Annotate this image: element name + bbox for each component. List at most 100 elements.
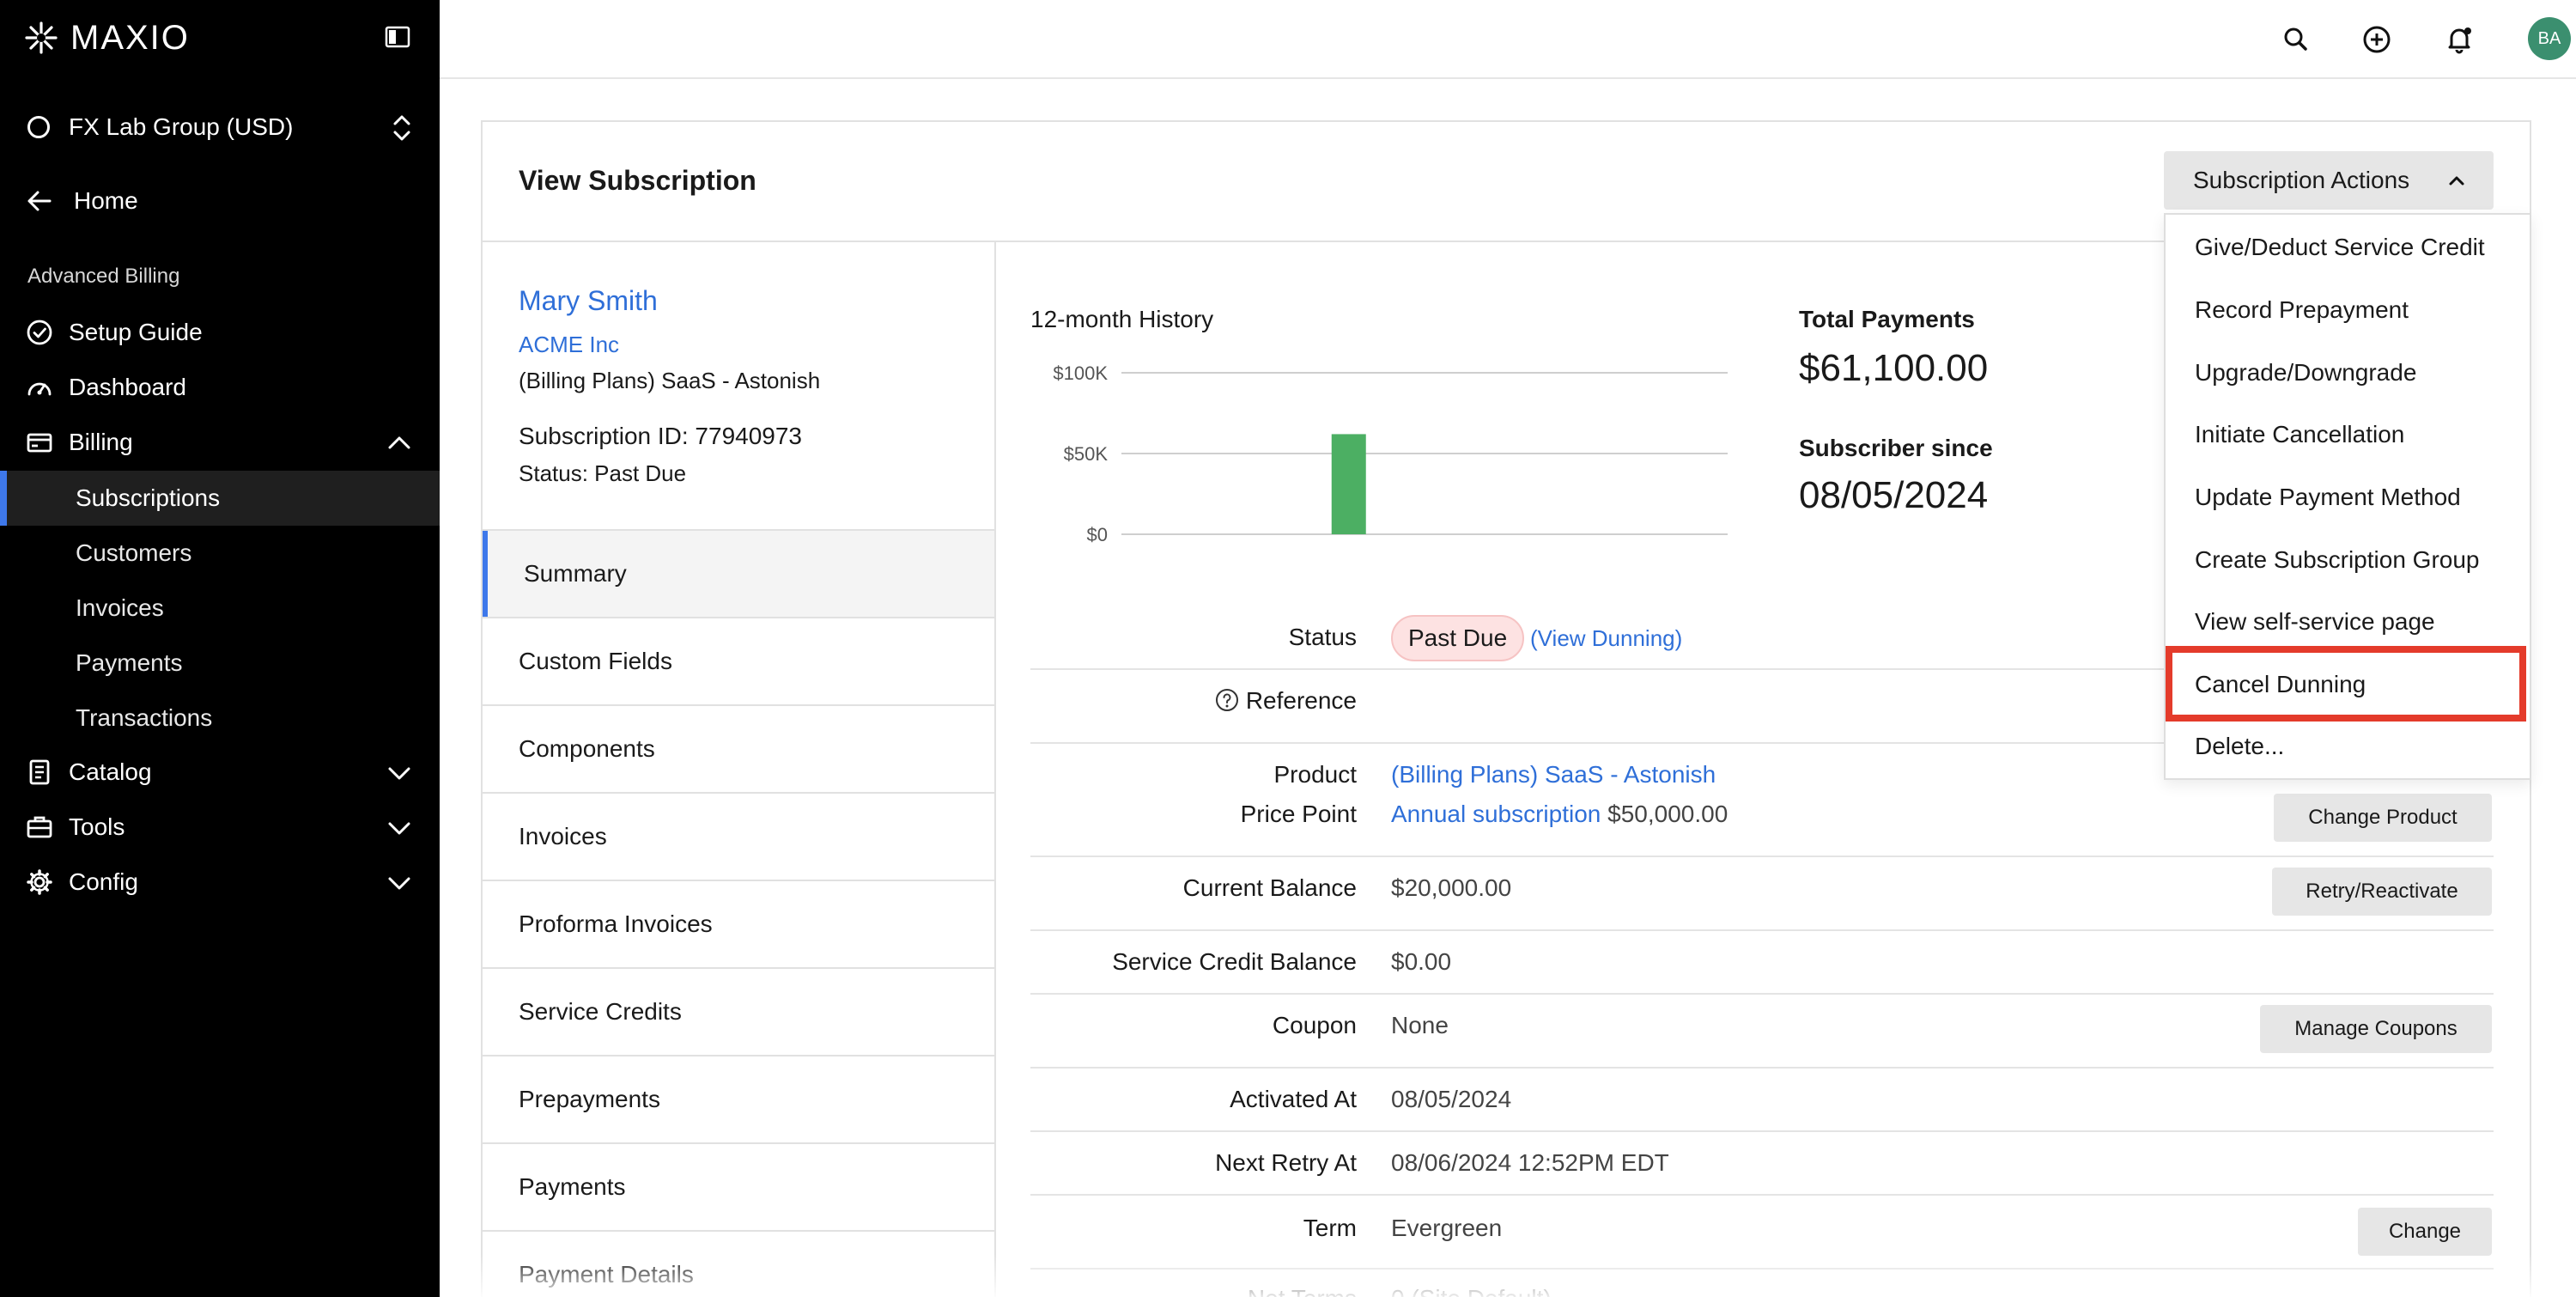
row-divider <box>1030 1268 2494 1270</box>
menu-item-record-prepayment[interactable]: Record Prepayment <box>2195 296 2409 324</box>
price-point-link[interactable]: Annual subscription <box>1391 801 1601 827</box>
sidebar-item-subscriptions[interactable]: Subscriptions <box>0 471 440 526</box>
sidebar-collapse-icon[interactable] <box>385 24 410 50</box>
brand-name: MAXIO <box>70 18 190 57</box>
org-switcher[interactable]: FX Lab Group (USD) <box>27 108 414 146</box>
customer-plan: (Billing Plans) SaaS - Astonish <box>519 368 821 393</box>
coupon-value: None <box>1391 1012 1449 1038</box>
tab-summary[interactable]: Summary <box>483 529 994 617</box>
reference-label: Reference <box>1245 687 1357 714</box>
menu-item-create-subscription-group[interactable]: Create Subscription Group <box>2195 546 2480 574</box>
menu-item-initiate-cancellation[interactable]: Initiate Cancellation <box>2195 421 2404 448</box>
next-retry-label: Next Retry At <box>1215 1149 1357 1176</box>
home-link[interactable]: Home <box>26 182 138 220</box>
row-divider <box>1030 1194 2494 1196</box>
sidebar-item-dashboard[interactable]: Dashboard <box>0 362 440 413</box>
subscription-actions-label: Subscription Actions <box>2193 167 2410 193</box>
menu-item-update-payment-method[interactable]: Update Payment Method <box>2195 484 2461 511</box>
row-divider <box>1030 993 2494 995</box>
status-label: Status <box>1288 624 1357 650</box>
credit-card-icon <box>27 433 52 453</box>
menu-item-delete[interactable]: Delete... <box>2195 733 2284 760</box>
service-credit-label: Service Credit Balance <box>1112 948 1357 975</box>
reference-label-wrapper: Reference <box>0 687 1357 715</box>
row-divider <box>1030 856 2494 857</box>
subscriber-since-value: 08/05/2024 <box>1799 474 1989 516</box>
product-link[interactable]: (Billing Plans) SaaS - Astonish <box>1391 761 1716 789</box>
row-divider <box>1030 929 2494 931</box>
row-divider <box>1030 1067 2494 1069</box>
coupon-label: Coupon <box>1272 1012 1357 1038</box>
sidebar-item-label: Invoices <box>76 594 164 621</box>
chart-bar[interactable] <box>1331 434 1366 534</box>
sidebar-item-label: Setup Guide <box>69 319 203 345</box>
manage-coupons-button[interactable]: Manage Coupons <box>2260 1005 2492 1053</box>
tab-label: Summary <box>524 560 627 587</box>
tab-service-credits[interactable]: Service Credits <box>483 967 994 1055</box>
activated-at-label: Activated At <box>1230 1086 1357 1112</box>
sidebar-item-label: Customers <box>76 539 192 566</box>
avatar[interactable]: BA <box>2528 17 2571 60</box>
section-label: Advanced Billing <box>27 265 180 288</box>
sidebar-item-label: Payments <box>76 649 183 676</box>
net-terms-value: 0 (Site Default) <box>1391 1285 1552 1297</box>
chart-y-tick-label: $50K <box>1064 443 1109 465</box>
current-balance-label: Current Balance <box>1182 874 1357 901</box>
current-balance-value: $20,000.00 <box>1391 874 1512 901</box>
notification-bell-icon[interactable] <box>2442 22 2476 57</box>
sidebar-item-setup-guide[interactable]: Setup Guide <box>0 307 440 358</box>
subscription-status: Status: Past Due <box>519 460 687 486</box>
retry-reactivate-button[interactable]: Retry/Reactivate <box>2272 868 2492 916</box>
product-label: Product <box>1273 761 1358 788</box>
sidebar-item-customers[interactable]: Customers <box>0 526 440 581</box>
tab-label: Proforma Invoices <box>519 910 713 937</box>
chart-title: 12-month History <box>1030 306 1214 332</box>
page-title: View Subscription <box>519 165 756 196</box>
menu-item-view-self-service[interactable]: View self-service page <box>2195 608 2435 636</box>
activated-at-value: 08/05/2024 <box>1391 1086 1512 1112</box>
change-product-button[interactable]: Change Product <box>2274 794 2492 842</box>
check-circle-icon <box>27 320 52 345</box>
status-badge: Past Due <box>1391 615 1525 661</box>
change-term-button[interactable]: Change <box>2358 1208 2492 1256</box>
tab-label: Custom Fields <box>519 648 672 674</box>
help-circle-icon[interactable] <box>1215 688 1239 712</box>
tab-label: Payments <box>519 1173 626 1200</box>
sidebar-item-label: Subscriptions <box>76 484 221 511</box>
paren-close: ) <box>1674 625 1683 651</box>
customer-name-link[interactable]: Mary Smith <box>519 285 658 317</box>
total-payments-label: Total Payments <box>1799 306 1975 332</box>
arrow-left-icon <box>27 191 52 211</box>
home-label: Home <box>74 187 138 214</box>
row-divider <box>1030 1130 2494 1132</box>
subscription-id: Subscription ID: 77940973 <box>519 423 802 449</box>
menu-item-upgrade-downgrade[interactable]: Upgrade/Downgrade <box>2195 359 2416 387</box>
sidebar-item-label: Billing <box>69 429 133 455</box>
subscriber-since-label: Subscriber since <box>1799 435 1993 461</box>
chart-y-tick-label: $100K <box>1053 362 1108 384</box>
brand-logo[interactable]: MAXIO <box>24 19 190 57</box>
sidebar-item-label: Dashboard <box>69 374 186 400</box>
tab-label: Components <box>519 735 655 762</box>
paren-open: ( <box>1530 625 1538 651</box>
term-value: Evergreen <box>1391 1215 1503 1241</box>
price-point-amount: $50,000.00 <box>1607 801 1728 827</box>
subscription-actions-button[interactable]: Subscription Actions <box>2164 151 2494 210</box>
view-dunning-link[interactable]: View Dunning <box>1538 625 1675 651</box>
chevron-up-icon <box>2449 176 2464 186</box>
search-icon[interactable] <box>2279 22 2313 57</box>
price-point-label: Price Point <box>1240 801 1357 827</box>
menu-item-service-credit[interactable]: Give/Deduct Service Credit <box>2195 234 2485 261</box>
sidebar-item-billing[interactable]: Billing <box>0 417 440 468</box>
org-status-icon <box>27 116 50 138</box>
service-credit-value: $0.00 <box>1391 948 1452 975</box>
price-point-value: Annual subscription $50,000.00 <box>1391 801 1728 828</box>
add-circle-icon[interactable] <box>2360 22 2394 57</box>
total-payments-value: $61,100.00 <box>1799 347 1989 389</box>
chart-y-tick-label: $0 <box>1087 524 1108 545</box>
next-retry-value: 08/06/2024 12:52PM EDT <box>1391 1149 1669 1176</box>
top-bar <box>440 0 2576 79</box>
net-terms-label: Net Terms <box>0 1285 1357 1297</box>
customer-org-link[interactable]: ACME Inc <box>519 332 619 358</box>
history-chart: $100K $50K $0 <box>1053 362 1728 545</box>
